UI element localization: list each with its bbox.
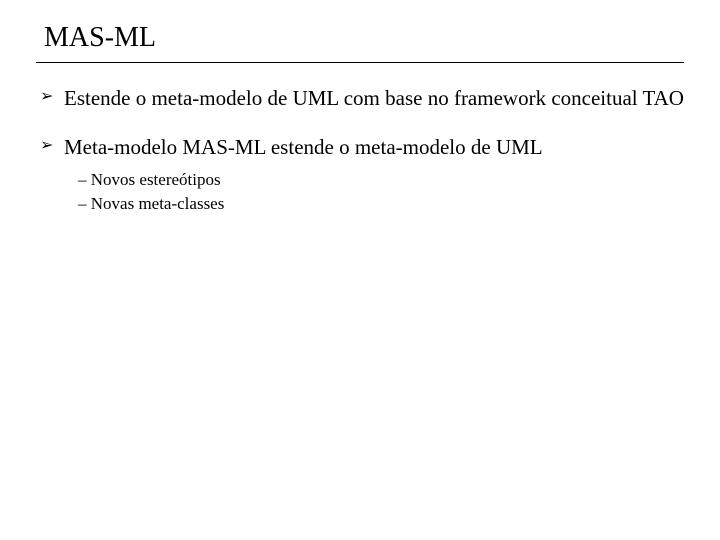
slide-title: MAS-ML: [44, 22, 684, 54]
bullet-text: Estende o meta-modelo de UML com base no…: [64, 86, 684, 110]
sub-bullet-item: Novos estereótipos: [78, 168, 684, 193]
sub-bullet-item: Novas meta-classes: [78, 192, 684, 217]
bullet-item: Estende o meta-modelo de UML com base no…: [40, 85, 684, 112]
bullet-item: Meta-modelo MAS-ML estende o meta-modelo…: [40, 134, 684, 217]
slide: MAS-ML Estende o meta-modelo de UML com …: [0, 0, 720, 217]
bullet-text: Meta-modelo MAS-ML estende o meta-modelo…: [64, 135, 543, 159]
bullet-list: Estende o meta-modelo de UML com base no…: [36, 85, 684, 217]
sub-bullet-list: Novos estereótipos Novas meta-classes: [64, 168, 684, 217]
title-divider: [36, 62, 684, 63]
